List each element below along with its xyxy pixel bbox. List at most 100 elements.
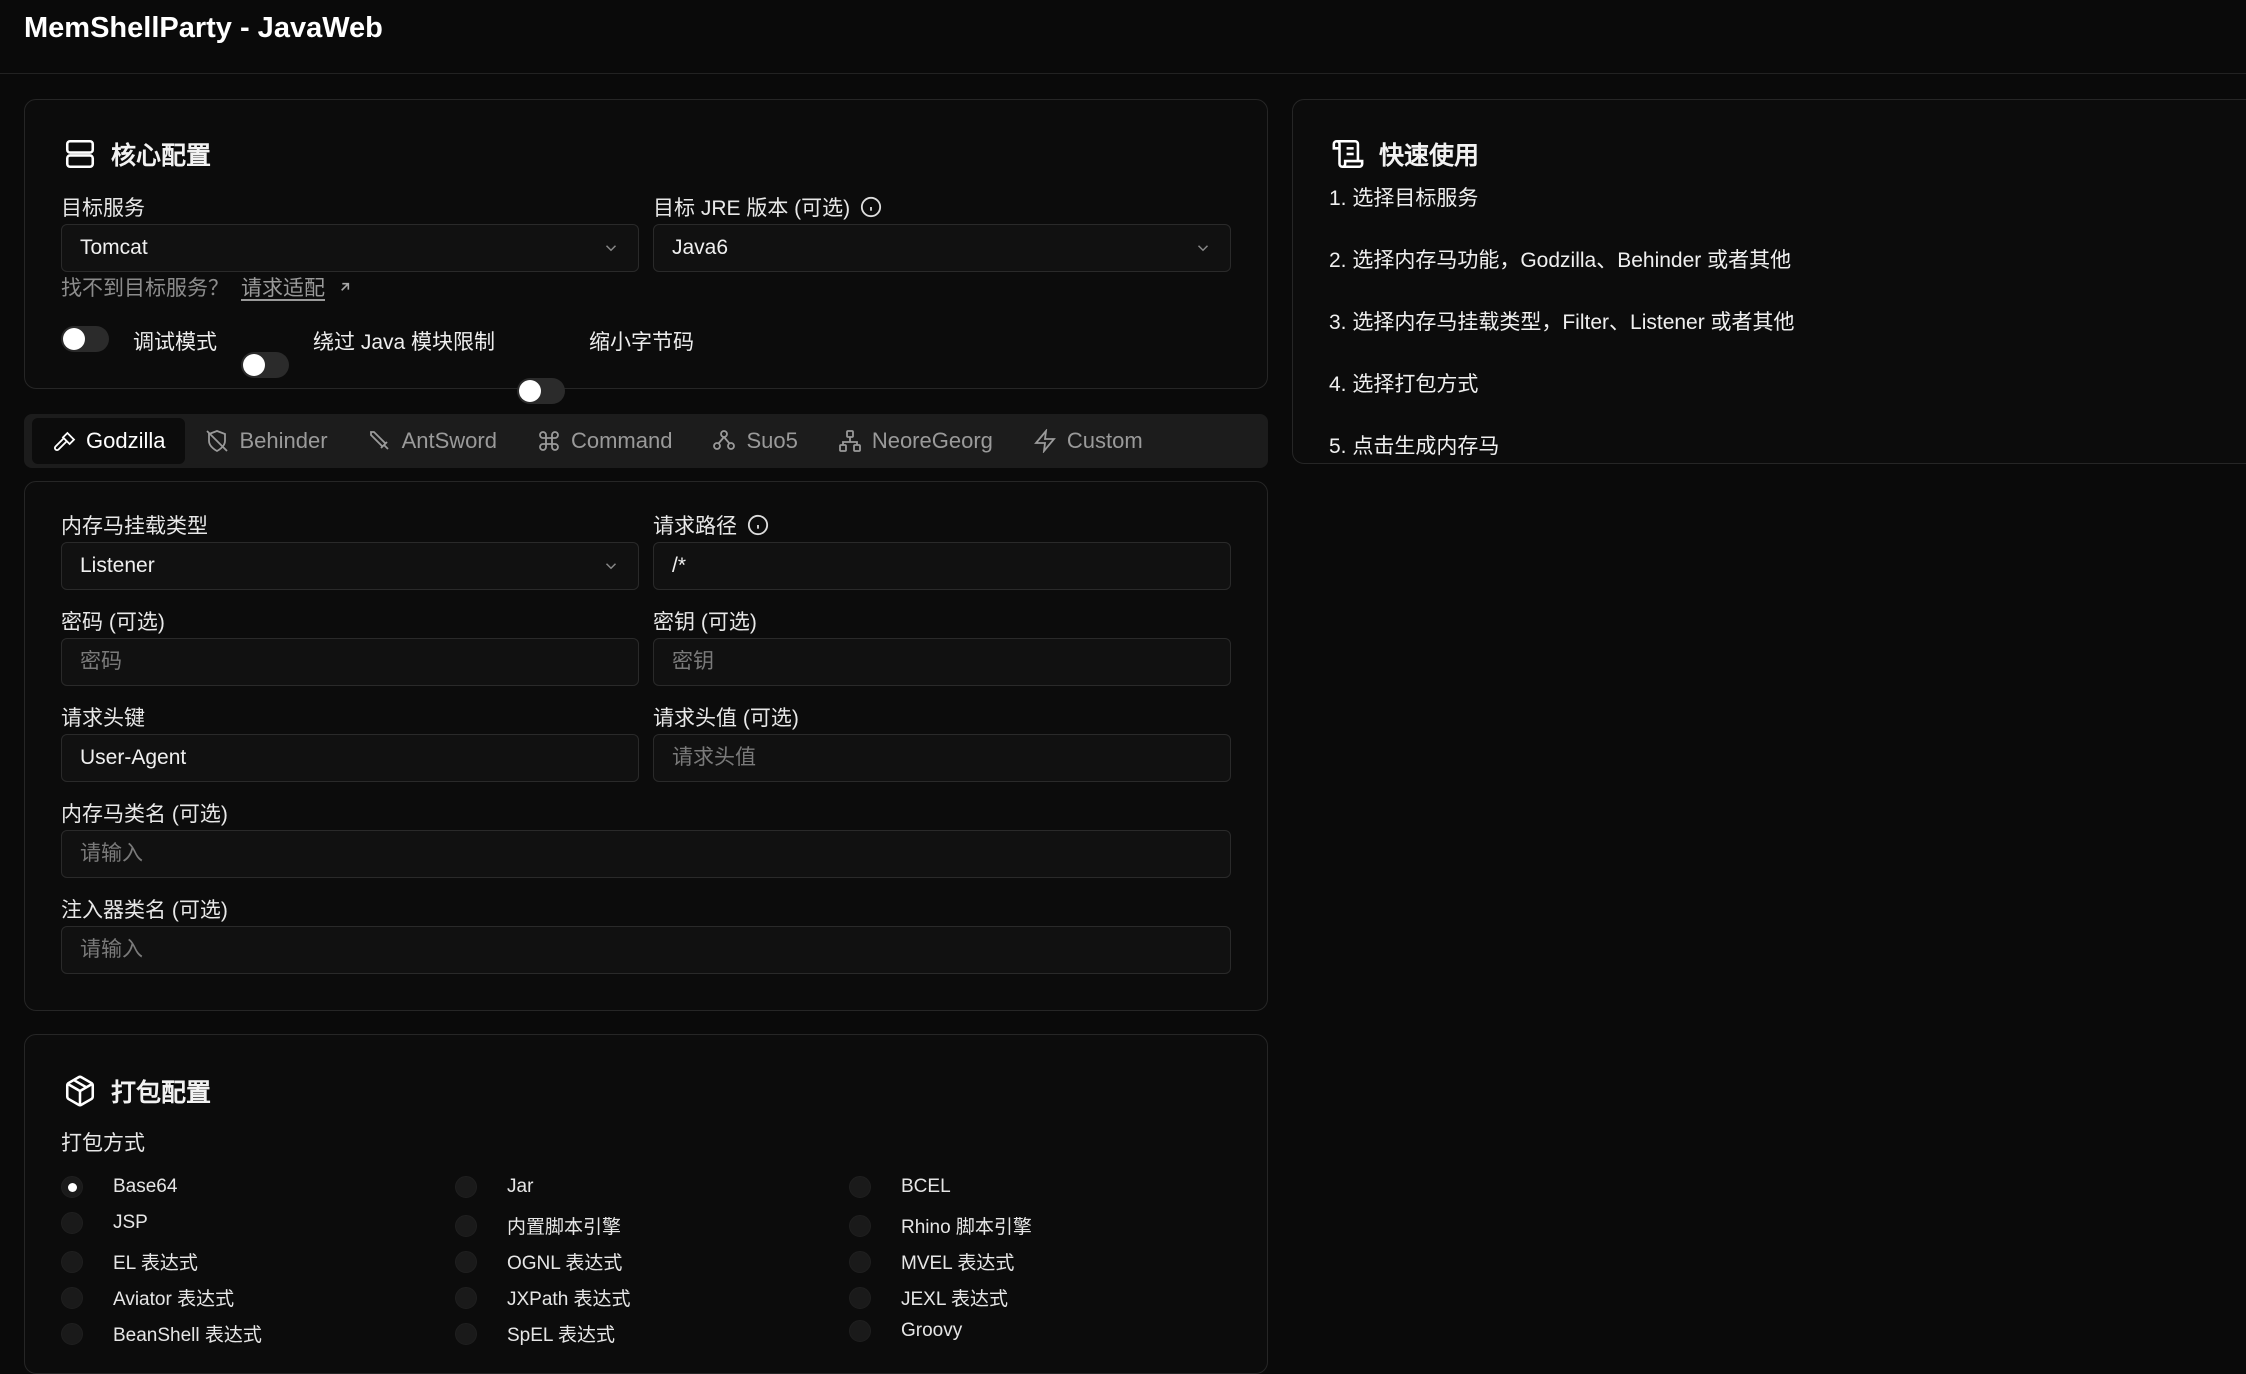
server-select[interactable]: Tomcat (61, 224, 639, 272)
password-input[interactable] (61, 638, 639, 686)
radio-button[interactable] (849, 1250, 871, 1273)
quick-usage-title: 快速使用 (1331, 136, 1479, 172)
list-item: 4. 选择打包方式 (1329, 373, 1479, 396)
packer-config-title: 打包配置 (63, 1073, 211, 1109)
pack-option-groovy[interactable]: Groovy (849, 1320, 962, 1342)
pack-option-script-engine[interactable]: 内置脚本引擎 (455, 1212, 621, 1239)
core-config-card: 核心配置 目标服务 Tomcat 目标 JRE 版本 (可选) Java6 找不… (24, 99, 1268, 404)
radio-button[interactable] (61, 1286, 83, 1309)
mount-type-label: 内存马挂载类型 (61, 515, 208, 538)
bypass-module-toggle[interactable] (241, 352, 289, 378)
tab-custom[interactable]: Custom (1013, 418, 1163, 464)
radio-button[interactable] (455, 1214, 477, 1237)
core-config-title: 核心配置 (63, 136, 211, 172)
pack-option-bcel[interactable]: BCEL (849, 1176, 951, 1198)
tab-command[interactable]: Command (517, 418, 692, 464)
pack-method-label: 打包方式 (61, 1132, 145, 1155)
password-field[interactable] (80, 650, 620, 674)
radio-button[interactable] (455, 1286, 477, 1309)
request-path-value[interactable] (672, 554, 1212, 578)
radio-button[interactable] (455, 1176, 477, 1198)
header-value-label: 请求头值 (可选) (653, 707, 799, 730)
header-key-label: 请求头键 (61, 707, 145, 730)
app-title: MemShellParty - JavaWeb (24, 12, 383, 44)
pack-option-mvel[interactable]: MVEL 表达式 (849, 1248, 1014, 1275)
bypass-module-label: 绕过 Java 模块限制 (313, 331, 496, 354)
pack-option-jar[interactable]: Jar (455, 1176, 533, 1198)
radio-button[interactable] (849, 1286, 871, 1309)
header-key-input[interactable] (61, 734, 639, 782)
quick-usage-steps: 1. 选择目标服务 2. 选择内存马功能，Godzilla、Behinder 或… (1329, 182, 1795, 492)
scroll-icon (1332, 139, 1364, 169)
hammer-icon (54, 431, 76, 451)
list-item: 1. 选择目标服务 (1329, 187, 1479, 210)
sword-icon (369, 431, 389, 450)
info-icon[interactable] (747, 514, 769, 536)
tab-neoregeorg[interactable]: NeoreGeorg (818, 418, 1013, 464)
jre-label: 目标 JRE 版本 (可选) (653, 192, 882, 222)
list-item: 3. 选择内存马挂载类型，Filter、Listener 或者其他 (1329, 311, 1795, 334)
shield-off-icon (206, 430, 229, 453)
pack-option-base64[interactable]: Base64 (61, 1176, 177, 1198)
key-field[interactable] (672, 650, 1212, 674)
radio-button[interactable] (61, 1212, 83, 1234)
shell-config-card: 内存马挂载类型 Listener 请求路径 密码 (可选) 密钥 (可选) 请求… (24, 481, 1268, 1011)
tab-behinder[interactable]: Behinder (185, 418, 347, 464)
pack-option-el[interactable]: EL 表达式 (61, 1248, 198, 1275)
info-icon[interactable] (860, 196, 882, 218)
packer-config-card: 打包配置 打包方式 Base64 Jar BCEL JSP 内置脚本引擎 Rhi… (24, 1034, 1268, 1374)
header-key-field[interactable] (80, 746, 620, 770)
chevron-down-icon (605, 245, 617, 252)
injector-class-field[interactable] (80, 938, 1212, 962)
tab-godzilla[interactable]: Godzilla (32, 418, 186, 464)
shrink-bytecode-toggle[interactable] (517, 378, 565, 404)
command-icon (539, 431, 559, 451)
jre-select[interactable]: Java6 (653, 224, 1231, 272)
password-label: 密码 (可选) (61, 611, 165, 634)
radio-button[interactable] (849, 1320, 871, 1342)
radio-button[interactable] (61, 1322, 83, 1345)
list-item: 5. 点击生成内存马 (1329, 435, 1500, 458)
request-path-input[interactable] (653, 542, 1231, 590)
shell-class-label: 内存马类名 (可选) (61, 803, 228, 826)
radio-button[interactable] (849, 1176, 871, 1198)
key-label: 密钥 (可选) (653, 611, 757, 634)
shrink-bytecode-label: 缩小字节码 (589, 331, 694, 354)
radio-button[interactable] (455, 1322, 477, 1345)
package-icon (65, 1075, 95, 1107)
debug-toggle[interactable] (61, 326, 109, 352)
pack-option-jxpath[interactable]: JXPath 表达式 (455, 1284, 631, 1311)
radio-button[interactable] (849, 1214, 871, 1237)
shell-class-field[interactable] (80, 842, 1212, 866)
top-bar: MemShellParty - JavaWeb (0, 0, 2246, 74)
request-path-label: 请求路径 (653, 510, 769, 540)
radio-button[interactable] (455, 1250, 477, 1273)
tab-suo5[interactable]: Suo5 (692, 418, 817, 464)
key-input[interactable] (653, 638, 1231, 686)
chevron-down-icon (605, 563, 617, 570)
list-item: 2. 选择内存马功能，Godzilla、Behinder 或者其他 (1329, 249, 1792, 272)
injector-class-label: 注入器类名 (可选) (61, 899, 228, 922)
header-value-field[interactable] (672, 746, 1212, 770)
external-link-icon (341, 282, 350, 291)
injector-class-input[interactable] (61, 926, 1231, 974)
shell-tool-tabs: Godzilla Behinder AntSword Command Suo5 … (24, 414, 1268, 468)
debug-label: 调试模式 (133, 331, 217, 354)
adapt-hint: 找不到目标服务？ 请求适配 (61, 272, 353, 302)
pack-option-aviator[interactable]: Aviator 表达式 (61, 1284, 234, 1311)
server-icon (65, 139, 95, 169)
bolt-icon (1033, 429, 1056, 453)
chevron-down-icon (1197, 245, 1209, 252)
quick-usage-card: 快速使用 1. 选择目标服务 2. 选择内存马功能，Godzilla、Behin… (1292, 99, 2246, 464)
header-value-input[interactable] (653, 734, 1231, 782)
radio-button[interactable] (61, 1250, 83, 1273)
pack-option-jexl[interactable]: JEXL 表达式 (849, 1284, 1008, 1311)
mount-type-select[interactable]: Listener (61, 542, 639, 590)
pack-option-jsp[interactable]: JSP (61, 1212, 148, 1234)
radio-button[interactable] (61, 1176, 83, 1198)
pack-option-rhino[interactable]: Rhino 脚本引擎 (849, 1212, 1032, 1239)
pack-option-ognl[interactable]: OGNL 表达式 (455, 1248, 622, 1275)
request-adapt-link[interactable]: 请求适配 (241, 272, 325, 302)
tab-antsword[interactable]: AntSword (348, 418, 517, 464)
shell-class-input[interactable] (61, 830, 1231, 878)
